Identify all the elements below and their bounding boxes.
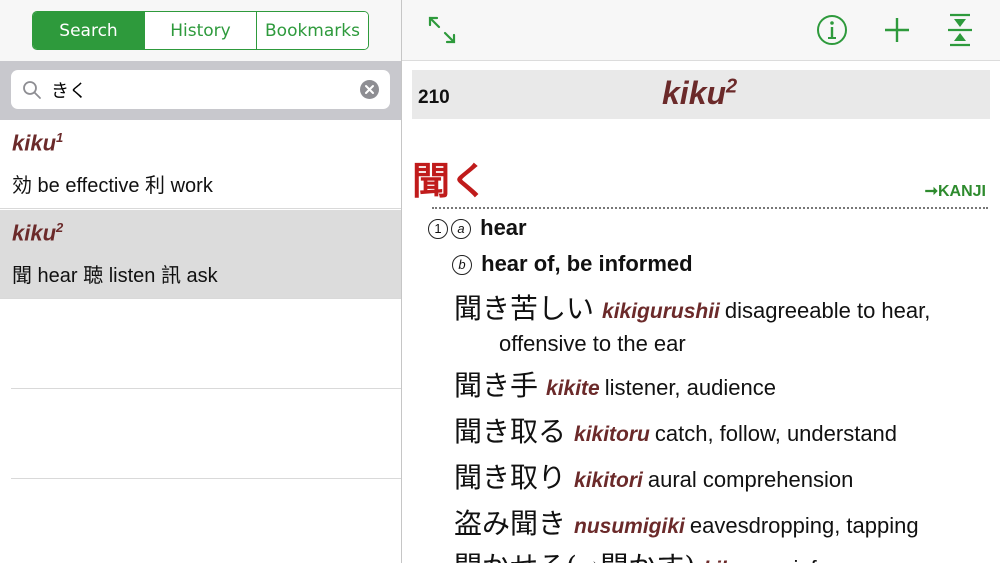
clear-icon[interactable] [360, 80, 379, 99]
compound-gloss: disagreeable to hear, [724, 298, 931, 323]
compound-entry: 聞き手 kikite listener, audience [454, 364, 776, 404]
result-row-selected[interactable]: kiku2 聞 hear 聴 listen 訊 ask [0, 210, 401, 299]
compound-kanji: 聞かせる(→聞かす) [454, 550, 695, 563]
sense-text: hear of, be informed [481, 251, 693, 276]
compound-kanji: 聞き取る [454, 415, 567, 448]
compound-gloss-continuation: offensive to the ear [499, 331, 686, 356]
result-gloss: 効 be effective 利 work [12, 175, 213, 197]
info-icon[interactable] [814, 12, 850, 48]
headword-kana: 聞く [412, 158, 489, 203]
compound-romaji: kikigurushii [602, 300, 720, 323]
result-romaji: kiku1 [12, 130, 64, 156]
compound-kanji: 盗み聞き [454, 507, 567, 540]
compound-entry: 盗み聞き nusumigiki eavesdropping, tapping [454, 502, 919, 542]
sense-letter-marker: b [452, 255, 472, 275]
compound-entry: 聞き取る kikitoru catch, follow, understand [454, 410, 897, 450]
compound-gloss: listener, audience [604, 375, 776, 400]
compound-romaji: kikite [546, 377, 600, 400]
tab-history[interactable]: History [145, 12, 257, 49]
dotted-separator [432, 207, 988, 209]
expand-icon[interactable] [424, 12, 460, 48]
entry-number: 210 [418, 87, 450, 108]
detail-pane: 210 kiku2 聞く ➞KANJI 1a hear b hear of, b… [402, 0, 1000, 563]
tab-bookmarks[interactable]: Bookmarks [257, 12, 368, 49]
result-gloss: 聞 hear 聴 listen 訊 ask [12, 265, 218, 287]
compound-entry: 聞き取り kikitori aural comprehension [454, 456, 853, 496]
search-icon [23, 81, 41, 99]
kanji-link[interactable]: ➞KANJI [925, 181, 986, 201]
sense-1b: b hear of, be informed [452, 251, 693, 277]
mode-segmented-control: Search History Bookmarks [32, 11, 369, 50]
compound-gloss: eavesdropping, tapping [689, 513, 919, 538]
add-icon[interactable] [879, 12, 915, 48]
compound-entry: 聞き苦しい kikigurushii disagreeable to hear, [454, 287, 930, 327]
search-pane: Search History Bookmarks kiku1 効 be effe… [0, 0, 401, 563]
empty-row-separator [11, 478, 401, 479]
right-toolbar [402, 0, 1000, 61]
compound-romaji: kikitori [574, 469, 643, 492]
result-romaji: kiku2 [12, 220, 64, 246]
sense-text: hear [480, 215, 527, 240]
compound-gloss: catch, follow, understand [654, 421, 898, 446]
sense-1a: 1a hear [428, 215, 527, 241]
compound-kanji: 聞き苦しい [454, 292, 595, 325]
collapse-icon[interactable] [942, 12, 978, 48]
sense-letter-marker: a [451, 219, 471, 239]
tab-search[interactable]: Search [33, 12, 145, 49]
result-row[interactable]: kiku1 効 be effective 利 work [0, 120, 401, 209]
compound-romaji: kikitoru [574, 423, 650, 446]
search-input[interactable] [51, 76, 351, 104]
compound-romaji: nusumigiki [574, 515, 685, 538]
compound-entry-partial: 聞かせる(→聞かす) kikaseru inform [454, 545, 855, 563]
search-bar [0, 61, 401, 120]
sense-number-marker: 1 [428, 219, 448, 239]
search-box[interactable] [11, 70, 390, 109]
compound-kanji: 聞き手 [454, 369, 539, 402]
empty-row-separator [11, 388, 401, 389]
headword: kiku2 [662, 75, 738, 111]
headword-banner: 210 kiku2 [412, 70, 990, 119]
compound-romaji: kikaseru [703, 558, 788, 563]
compound-gloss: inform [794, 556, 855, 563]
left-toolbar: Search History Bookmarks [0, 0, 401, 61]
compound-gloss: aural comprehension [647, 467, 854, 492]
compound-kanji: 聞き取り [454, 461, 567, 494]
